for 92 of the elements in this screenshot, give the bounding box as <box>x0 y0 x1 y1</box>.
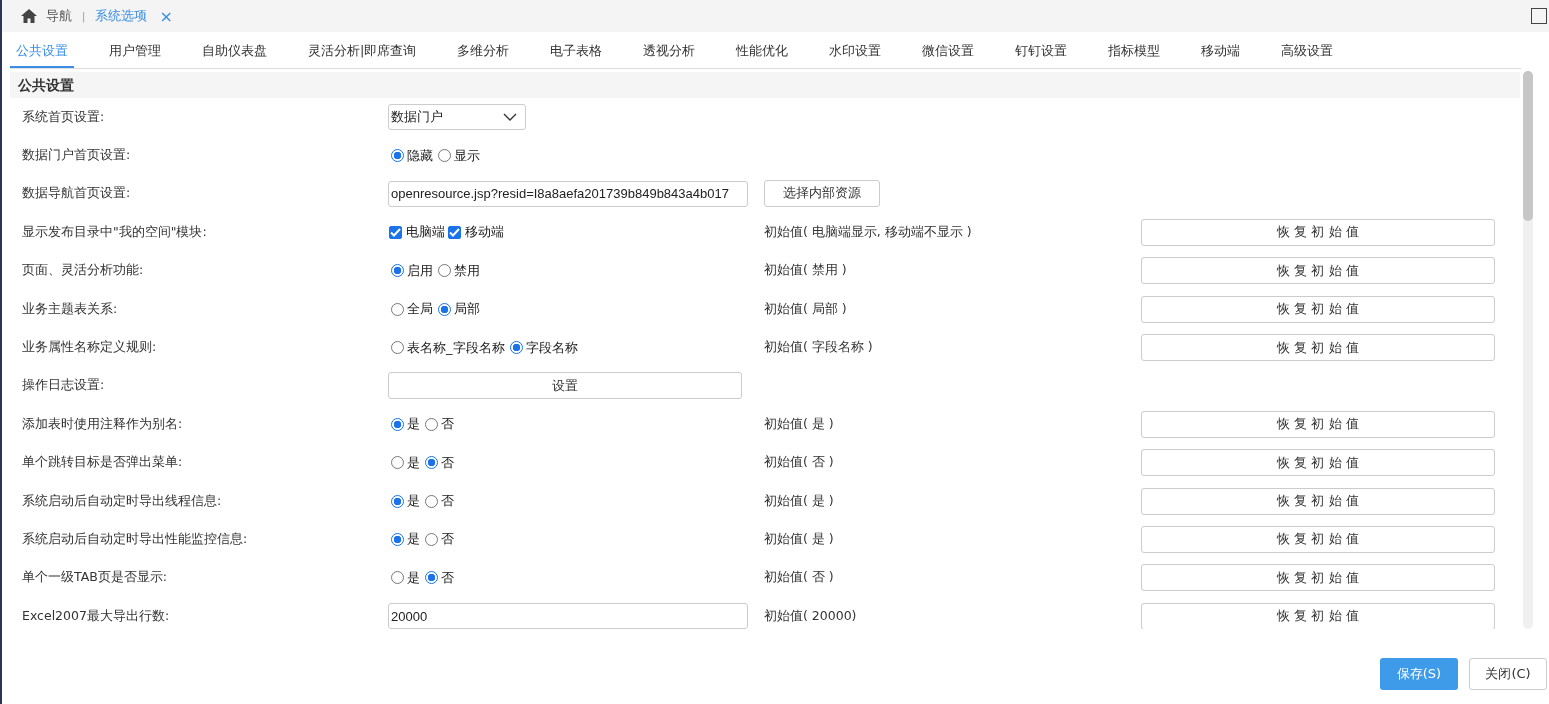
tab[interactable]: 移动端 <box>1195 36 1247 68</box>
tab[interactable]: 钉钉设置 <box>1009 36 1074 68</box>
tab[interactable]: 灵活分析|即席查询 <box>302 36 423 68</box>
tab[interactable]: 自助仪表盘 <box>196 36 273 68</box>
tab[interactable]: 用户管理 <box>103 36 167 68</box>
option-label: 隐藏 <box>407 146 433 165</box>
option-label: 显示 <box>454 146 480 165</box>
initial-value-text: 初始值( 是 ) <box>764 531 834 548</box>
initial-value-text: 初始值( 字段名称 ) <box>764 339 873 357</box>
option-label: 否 <box>441 415 454 434</box>
initial-value-text: 初始值( 电脑端显示, 移动端不显示 ) <box>764 223 972 241</box>
initial-value-text: 初始值( 是 ) <box>764 415 834 433</box>
field-label: 业务主题表关系: <box>21 300 119 318</box>
field-label: Excel2007最大导出行数: <box>21 607 171 625</box>
breadcrumb-link[interactable]: 导航 <box>46 7 72 25</box>
home-icon <box>20 8 38 24</box>
tab[interactable]: 高级设置 <box>1275 36 1340 68</box>
field-label: 单个一级TAB页是否显示: <box>21 569 168 587</box>
option-label: 字段名称 <box>525 338 578 357</box>
restore-default-button[interactable]: 恢 复 初 始 值 <box>1141 410 1495 438</box>
maximize-button[interactable] <box>1531 8 1547 24</box>
field-label: 业务属性名称定义规则: <box>21 339 158 357</box>
restore-default-button[interactable]: 恢 复 初 始 值 <box>1141 602 1495 629</box>
tab[interactable]: 性能优化 <box>730 36 795 68</box>
initial-value-text: 初始值( 否 ) <box>764 569 834 587</box>
radio-button[interactable] <box>391 149 404 163</box>
option-label: 是 <box>407 568 420 587</box>
restore-default-button[interactable]: 恢 复 初 始 值 <box>1141 334 1495 362</box>
restore-default-button[interactable]: 恢 复 初 始 值 <box>1141 295 1495 323</box>
option-label: 表名称_字段名称 <box>407 338 505 357</box>
option-label: 否 <box>441 530 454 549</box>
option-label: 是 <box>407 492 420 511</box>
radio-button[interactable] <box>509 341 523 355</box>
restore-default-button[interactable]: 恢 复 初 始 值 <box>1141 487 1495 515</box>
radio-button[interactable] <box>438 302 451 316</box>
radio-button[interactable] <box>391 494 404 508</box>
restore-default-button[interactable]: 恢 复 初 始 值 <box>1141 449 1495 477</box>
field-label: 系统首页设置: <box>21 108 106 126</box>
option-label: 禁用 <box>454 261 480 280</box>
option-label: 局部 <box>454 300 480 319</box>
tab[interactable]: 指标模型 <box>1102 36 1167 68</box>
scrollbar-thumb[interactable] <box>1523 71 1533 221</box>
close-button[interactable]: 关闭(C) <box>1469 658 1547 690</box>
option-label: 是 <box>407 530 420 549</box>
section-header: 公共设置 <box>10 72 1520 98</box>
select-resource-button[interactable]: 选择内部资源 <box>764 180 880 208</box>
field-label: 页面、灵活分析功能: <box>21 262 145 280</box>
chevron-down-icon <box>503 113 517 122</box>
tab[interactable]: 水印设置 <box>823 36 888 68</box>
initial-value-text: 初始值( 禁用 ) <box>764 262 847 280</box>
option-label: 启用 <box>407 261 433 280</box>
radio-button[interactable] <box>391 264 404 278</box>
option-label: 移动端 <box>465 223 504 242</box>
tab[interactable]: 电子表格 <box>544 36 609 68</box>
field-label: 数据门户首页设置: <box>21 147 132 165</box>
radio-button[interactable] <box>425 456 438 470</box>
field-label: 系统启动后自动定时导出线程信息: <box>21 492 223 510</box>
dropdown[interactable]: 数据门户 <box>388 104 526 131</box>
tab[interactable]: 微信设置 <box>916 36 981 68</box>
restore-default-button[interactable]: 恢 复 初 始 值 <box>1141 218 1495 246</box>
checkbox[interactable] <box>389 225 402 239</box>
field-label: 数据导航首页设置: <box>21 185 132 203</box>
field-label: 添加表时使用注释作为别名: <box>21 415 184 433</box>
tab[interactable]: 透视分析 <box>637 36 702 68</box>
radio-button[interactable] <box>391 417 404 431</box>
checkbox[interactable] <box>448 225 461 239</box>
restore-default-button[interactable]: 恢 复 初 始 值 <box>1141 257 1495 285</box>
option-label: 是 <box>407 453 420 472</box>
initial-value-text: 初始值( 否 ) <box>764 454 834 472</box>
radio-button[interactable] <box>391 533 404 546</box>
restore-default-button[interactable]: 恢 复 初 始 值 <box>1141 564 1495 592</box>
tab[interactable]: 多维分析 <box>451 36 516 68</box>
input-field[interactable]: 20000 <box>388 603 748 629</box>
field-label: 系统启动后自动定时导出性能监控信息: <box>21 531 249 548</box>
field-label: 单个跳转目标是否弹出菜单: <box>21 454 184 472</box>
option-label: 电脑端 <box>406 223 445 242</box>
radio-button[interactable] <box>425 571 438 585</box>
input-field[interactable]: openresource.jsp?resid=I8a8aefa201739b849b843a4b017 <box>388 180 748 207</box>
restore-default-button[interactable]: 恢 复 初 始 值 <box>1141 526 1495 553</box>
field-label: 显示发布目录中"我的空间"模块: <box>21 223 208 241</box>
option-label: 否 <box>441 453 454 472</box>
field-label: 操作日志设置: <box>21 377 106 395</box>
option-label: 否 <box>441 492 454 511</box>
initial-value-text: 初始值( 是 ) <box>764 492 834 510</box>
option-label: 是 <box>407 415 420 434</box>
option-label: 否 <box>441 568 454 587</box>
tab[interactable]: 公共设置 <box>10 36 74 68</box>
initial-value-text: 初始值( 20000) <box>764 607 857 625</box>
settings-button[interactable]: 设置 <box>388 372 742 400</box>
initial-value-text: 初始值( 局部 ) <box>764 300 847 318</box>
breadcrumb-separator: | <box>82 10 86 22</box>
option-label: 全局 <box>407 300 433 319</box>
